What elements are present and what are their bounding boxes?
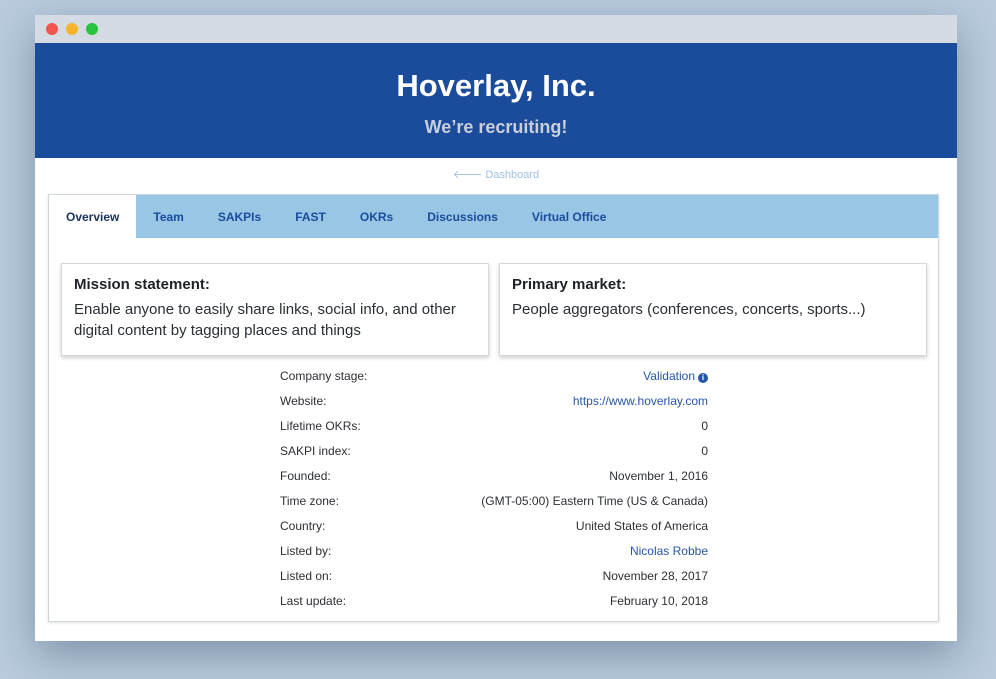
company-stage-value: Validation	[643, 369, 695, 383]
mission-card: Mission statement: Enable anyone to easi…	[61, 263, 489, 356]
detail-row-sakpi-index: SAKPI index: 0	[280, 444, 708, 469]
website-link[interactable]: https://www.hoverlay.com	[573, 394, 708, 419]
detail-row-listed-on: Listed on: November 28, 2017	[280, 569, 708, 594]
detail-row-website: Website: https://www.hoverlay.com	[280, 394, 708, 419]
detail-label: Time zone:	[280, 494, 339, 508]
maximize-window-button[interactable]	[86, 23, 98, 35]
tab-okrs[interactable]: OKRs	[343, 195, 410, 238]
detail-row-last-update: Last update: February 10, 2018	[280, 594, 708, 619]
tab-fast[interactable]: FAST	[278, 195, 343, 238]
detail-value: United States of America	[575, 519, 708, 533]
detail-value: November 1, 2016	[609, 469, 708, 483]
detail-label: SAKPI index:	[280, 444, 351, 458]
mission-title: Mission statement:	[74, 276, 210, 293]
company-panel: Overview Team SAKPIs FAST OKRs Discussio…	[48, 194, 939, 622]
detail-label: Listed on:	[280, 569, 333, 583]
tab-virtual-office[interactable]: Virtual Office	[515, 195, 623, 238]
detail-label: Founded:	[280, 469, 331, 483]
breadcrumb: 🡐 Dashboard	[35, 158, 957, 194]
close-window-button[interactable]	[46, 23, 58, 35]
company-details: Company stage: Validation i Website: http…	[280, 369, 708, 619]
minimize-window-button[interactable]	[66, 23, 78, 35]
detail-row-listed-by: Listed by: Nicolas Robbe	[280, 544, 708, 569]
tab-overview[interactable]: Overview	[49, 195, 137, 238]
dashboard-link-label: Dashboard	[485, 169, 540, 181]
arrow-left-icon: 🡐	[452, 169, 483, 181]
detail-value: 0	[701, 419, 708, 433]
summary-cards: Mission statement: Enable anyone to easi…	[61, 263, 927, 356]
detail-value: November 28, 2017	[602, 569, 708, 583]
company-header: Hoverlay, Inc. We’re recruiting!	[35, 43, 957, 158]
info-icon[interactable]: i	[698, 373, 708, 383]
detail-row-time-zone: Time zone: (GMT-05:00) Eastern Time (US …	[280, 494, 708, 519]
listed-by-link[interactable]: Nicolas Robbe	[630, 544, 708, 569]
detail-row-lifetime-okrs: Lifetime OKRs: 0	[280, 419, 708, 444]
detail-value: 0	[701, 444, 708, 458]
detail-label: Listed by:	[280, 544, 332, 558]
tab-sakpis[interactable]: SAKPIs	[201, 195, 278, 238]
dashboard-link[interactable]: 🡐 Dashboard	[453, 169, 539, 181]
recruiting-banner: We’re recruiting!	[424, 117, 568, 137]
detail-row-country: Country: United States of America	[280, 519, 708, 544]
detail-row-company-stage: Company stage: Validation i	[280, 369, 708, 394]
tab-bar: Overview Team SAKPIs FAST OKRs Discussio…	[49, 195, 938, 238]
detail-label: Last update:	[280, 594, 347, 608]
window-titlebar	[35, 15, 957, 43]
market-card: Primary market: People aggregators (conf…	[499, 263, 927, 356]
browser-window: Hoverlay, Inc. We’re recruiting! 🡐 Dashbo…	[35, 15, 957, 641]
detail-label: Lifetime OKRs:	[280, 419, 361, 433]
market-text: People aggregators (conferences, concert…	[512, 301, 866, 318]
tab-team[interactable]: Team	[136, 195, 200, 238]
market-title: Primary market:	[512, 276, 627, 293]
detail-value: (GMT-05:00) Eastern Time (US & Canada)	[481, 494, 708, 508]
company-name: Hoverlay, Inc.	[396, 68, 596, 103]
detail-label: Country:	[280, 519, 326, 533]
company-stage-link[interactable]: Validation i	[643, 369, 708, 394]
detail-label: Company stage:	[280, 369, 368, 383]
detail-row-founded: Founded: November 1, 2016	[280, 469, 708, 494]
detail-label: Website:	[280, 394, 327, 408]
detail-value: February 10, 2018	[609, 594, 708, 608]
tab-discussions[interactable]: Discussions	[410, 195, 515, 238]
mission-text: Enable anyone to easily share links, soc…	[74, 301, 456, 339]
